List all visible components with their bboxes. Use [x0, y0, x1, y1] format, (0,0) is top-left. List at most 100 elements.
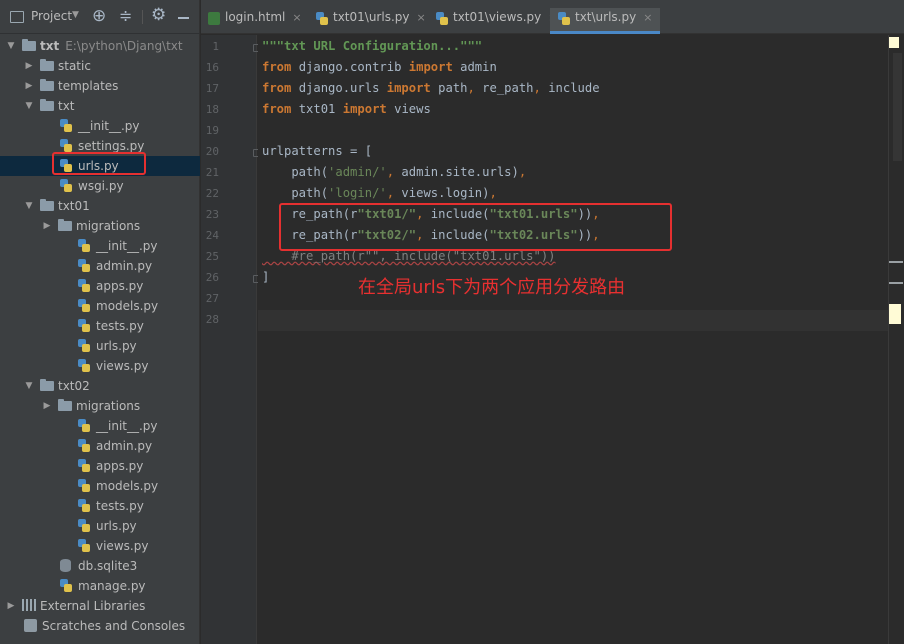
tab-label: txt01\views.py [453, 10, 542, 24]
tree-item-label: db.sqlite3 [78, 559, 138, 573]
tree-item-label: admin.py [96, 439, 153, 453]
tree-item-label: migrations [76, 399, 141, 413]
line-number-gutter: 1 16 17 18 19 20 21 22 23 24 25 26 27 28 [201, 35, 260, 644]
tree-item[interactable]: ▼ txt02 [0, 376, 200, 396]
editor-tab[interactable]: txt01\urls.py × [316, 9, 426, 34]
line-number: 26 [205, 271, 219, 284]
tree-item-label: migrations [76, 219, 141, 233]
tree-item-label: manage.py [78, 579, 146, 593]
minimize-icon[interactable] [178, 17, 189, 19]
library-icon [22, 596, 36, 616]
folder-icon [40, 56, 54, 76]
python-file-icon [78, 296, 90, 316]
code-line: #re_path(r"", include("txt01.urls")) [262, 249, 556, 263]
project-toolbar: Project ▼ ⊕ ≑ ⚙ [0, 0, 200, 34]
tab-label: login.html [225, 10, 286, 24]
tree-item-label: models.py [96, 299, 159, 313]
tree-item[interactable]: tests.py [0, 316, 200, 336]
tree-item-label: txt01 [58, 199, 90, 213]
code-line: path('login/', views.login), [262, 186, 497, 200]
tree-item[interactable]: admin.py [0, 436, 200, 456]
expand-arrow-icon[interactable]: ▼ [24, 96, 34, 116]
close-icon[interactable]: × [416, 11, 425, 24]
python-file-icon [78, 356, 90, 376]
tree-item[interactable]: __init__.py [0, 116, 200, 136]
python-file-icon [78, 316, 90, 336]
tree-item[interactable]: urls.py [0, 516, 200, 536]
collapse-icon[interactable]: ≑ [119, 6, 132, 25]
tree-item[interactable]: admin.py [0, 256, 200, 276]
tree-item[interactable]: wsgi.py [0, 176, 200, 196]
tree-item[interactable]: __init__.py [0, 416, 200, 436]
tree-item[interactable]: apps.py [0, 276, 200, 296]
folder-icon [40, 376, 54, 396]
crosshair-icon[interactable]: ⊕ [92, 6, 106, 26]
line-number: 23 [205, 208, 219, 221]
code-line: ] [262, 270, 270, 284]
tree-item-label: urls.py [96, 519, 137, 533]
line-number: 24 [205, 229, 219, 242]
collapse-arrow-icon[interactable]: ▶ [6, 596, 16, 616]
collapse-arrow-icon[interactable]: ▶ [24, 56, 34, 76]
python-file-icon [78, 476, 90, 496]
tree-item[interactable]: ▶ migrations [0, 396, 200, 416]
stripe-dash[interactable] [889, 261, 903, 263]
tree-item[interactable]: manage.py [0, 576, 200, 596]
urls-highlight-box [52, 152, 146, 175]
expand-arrow-icon[interactable]: ▼ [6, 36, 16, 56]
tree-item[interactable]: models.py [0, 296, 200, 316]
tree-item[interactable]: Scratches and Consoles [0, 616, 200, 636]
expand-arrow-icon[interactable]: ▼ [24, 376, 34, 396]
html-file-icon [208, 10, 220, 27]
close-icon[interactable]: × [292, 11, 301, 24]
tree-item[interactable]: db.sqlite3 [0, 556, 200, 576]
line-number: 28 [205, 313, 219, 326]
python-file-icon [78, 436, 90, 456]
tree-item-label: models.py [96, 479, 159, 493]
editor-tab[interactable]: login.html × [208, 9, 302, 34]
editor-tab[interactable]: txt01\views.py× [436, 9, 557, 34]
collapse-arrow-icon[interactable]: ▶ [24, 76, 34, 96]
tree-item-label: apps.py [96, 459, 144, 473]
tree-item[interactable]: ▶ static [0, 56, 200, 76]
folder-icon [58, 396, 72, 416]
tree-item-label: apps.py [96, 279, 144, 293]
tree-item-label: tests.py [96, 499, 144, 513]
code-line: """txt URL Configuration...""" [262, 39, 483, 53]
scroll-thumb[interactable] [893, 53, 902, 161]
tree-item[interactable]: ▼ txt E:\python\Djang\txt [0, 36, 200, 56]
warning-marker[interactable] [889, 37, 899, 48]
chevron-down-icon[interactable]: ▼ [72, 10, 79, 20]
tree-item[interactable]: ▼ txt01 [0, 196, 200, 216]
code-editor[interactable]: """txt URL Configuration...""" from djang… [258, 35, 888, 644]
tree-item-label: tests.py [96, 319, 144, 333]
tree-item[interactable]: views.py [0, 356, 200, 376]
collapse-arrow-icon[interactable]: ▶ [42, 216, 52, 236]
tab-label: txt01\urls.py [333, 10, 410, 24]
tree-item[interactable]: ▶ templates [0, 76, 200, 96]
project-title[interactable]: Project [31, 9, 72, 23]
python-file-icon [60, 116, 72, 136]
tree-item[interactable]: ▼ txt [0, 96, 200, 116]
close-icon[interactable]: × [643, 11, 652, 24]
line-number: 17 [205, 82, 219, 95]
tree-item[interactable]: ▶ External Libraries [0, 596, 200, 616]
tree-item[interactable]: apps.py [0, 456, 200, 476]
tree-item[interactable]: __init__.py [0, 236, 200, 256]
tree-item[interactable]: views.py [0, 536, 200, 556]
stripe-dash[interactable] [889, 282, 903, 284]
gear-icon[interactable]: ⚙ [151, 5, 166, 25]
expand-arrow-icon[interactable]: ▼ [24, 196, 34, 216]
tree-item[interactable]: ▶ migrations [0, 216, 200, 236]
tree-item[interactable]: urls.py [0, 336, 200, 356]
tree-item[interactable]: models.py [0, 476, 200, 496]
folder-icon [40, 76, 54, 96]
editor-tab[interactable]: txt\urls.py × [550, 8, 661, 34]
project-panel: Project ▼ ⊕ ≑ ⚙ ▼ txt E:\python\Djang\txt ▶… [0, 0, 200, 644]
editor-tabs: login.html×txt01\urls.py×txt01\views.py×… [201, 0, 904, 34]
tree-item-label: txt [58, 99, 75, 113]
tree-item-label: templates [58, 79, 119, 93]
collapse-arrow-icon[interactable]: ▶ [42, 396, 52, 416]
code-line: from django.urls import path, re_path, i… [262, 81, 600, 95]
tree-item[interactable]: tests.py [0, 496, 200, 516]
